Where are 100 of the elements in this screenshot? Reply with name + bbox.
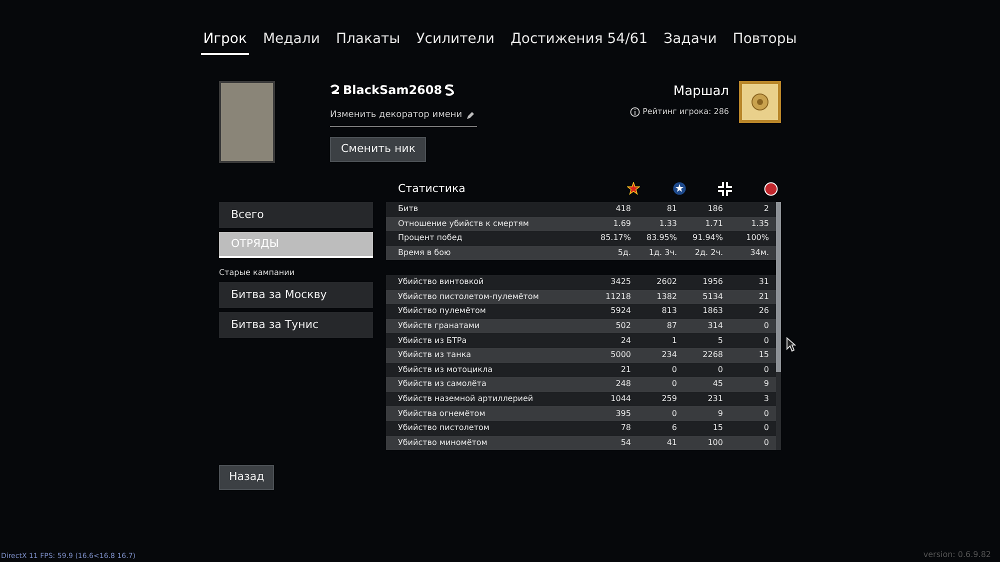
stat-label: Убийство пистолетом-пулемётом — [397, 290, 540, 303]
tab[interactable]: Повторы — [730, 29, 799, 55]
stat-label: Время в бою — [397, 247, 452, 260]
stat-value: 5134 — [702, 290, 724, 303]
stat-value: 26 — [758, 305, 770, 318]
stat-value: 5 — [716, 334, 724, 347]
stat-value: 78 — [620, 422, 632, 434]
stat-label: Убийство пулемётом — [397, 305, 487, 318]
stat-value: 0 — [762, 320, 770, 332]
sidebar-item[interactable]: Битва за Тунис — [219, 312, 373, 338]
stat-label: Убийство пистолетом — [397, 422, 490, 434]
circle-icon — [764, 182, 778, 196]
stat-value: 5д. — [616, 247, 632, 260]
section-label: Старые кампании — [219, 267, 296, 279]
stat-value: 0 — [716, 364, 724, 376]
stat-value: 83.95% — [645, 232, 678, 244]
back-button[interactable]: Назад — [219, 465, 274, 490]
scrollbar-thumb[interactable] — [776, 202, 781, 372]
stat-value: 234 — [660, 349, 678, 362]
tab[interactable]: Задачи — [662, 29, 719, 55]
info-icon[interactable] — [630, 106, 640, 116]
sidebar-item[interactable]: Всего — [219, 202, 373, 228]
stat-value: 1.71 — [704, 218, 724, 230]
stat-value: 418 — [614, 203, 632, 216]
decorator-icon — [445, 84, 454, 96]
stat-value: 34м. — [749, 247, 770, 260]
version-label: version: 0.6.9.82 — [923, 549, 991, 561]
star-in-circle-icon — [673, 182, 686, 195]
stat-value: 1 — [670, 334, 678, 347]
stat-label: Убийств из танка — [397, 349, 472, 362]
stat-value: 395 — [614, 408, 632, 420]
cross-icon — [718, 182, 732, 196]
stat-value: 11218 — [604, 290, 632, 303]
stat-value: 0 — [762, 422, 770, 434]
stat-value: 2 — [762, 203, 770, 216]
stat-label: Убийств из БТРа — [397, 334, 468, 347]
stat-value: 813 — [660, 305, 678, 318]
stat-value: 0 — [762, 364, 770, 376]
stat-label: Убийств из самолёта — [397, 378, 488, 390]
stat-label: Убийств наземной артиллерией — [397, 393, 534, 406]
tab[interactable]: Игрок — [201, 29, 249, 55]
star-icon — [627, 182, 640, 195]
tab[interactable]: Плакаты — [334, 29, 402, 55]
stat-label: Убийства огнемётом — [397, 408, 486, 420]
sidebar-item[interactable]: Битва за Москву — [219, 282, 373, 308]
stat-value: 1.33 — [658, 218, 678, 230]
stat-label: Процент побед — [397, 232, 464, 244]
stat-value: 3 — [762, 393, 770, 406]
stats-title: Статистика — [398, 180, 466, 197]
stat-value: 100 — [706, 436, 724, 449]
stat-value: 1956 — [702, 276, 724, 288]
tab[interactable]: Медали — [260, 29, 322, 55]
change-decorator-link[interactable]: Изменить декоратор имени — [330, 109, 478, 126]
stat-value: 502 — [614, 320, 632, 332]
stat-value: 231 — [706, 393, 724, 406]
stat-value: 100% — [745, 232, 770, 244]
stat-value: 0 — [670, 378, 678, 390]
stat-value: 85.17% — [599, 232, 632, 244]
stat-value: 0 — [762, 334, 770, 347]
stat-value: 0 — [670, 408, 678, 420]
tab[interactable]: Усилители — [414, 29, 496, 55]
stat-value: 54 — [620, 436, 632, 449]
stat-value: 15 — [712, 422, 724, 434]
stat-value: 1д. 3ч. — [648, 247, 678, 260]
stat-value: 5924 — [610, 305, 632, 318]
scrollbar[interactable] — [776, 202, 781, 450]
player-rating: Рейтинг игрока: 286 — [642, 106, 729, 118]
stat-value: 1044 — [610, 393, 632, 406]
stat-value: 21 — [758, 290, 770, 303]
stat-value: 91.94% — [691, 232, 724, 244]
stat-value: 87 — [666, 320, 678, 332]
stat-value: 186 — [706, 203, 724, 216]
player-nickname: BlackSam2608 — [343, 82, 442, 99]
stat-value: 3425 — [610, 276, 632, 288]
stat-value: 248 — [614, 378, 632, 390]
stat-value: 21 — [620, 364, 632, 376]
stat-value: 259 — [660, 393, 678, 406]
rank-title: Маршал — [673, 83, 729, 101]
mouse-cursor-icon — [786, 337, 796, 352]
stat-value: 15 — [758, 349, 770, 362]
stat-label: Убийство винтовкой — [397, 276, 485, 288]
stat-value: 314 — [706, 320, 724, 332]
rank-badge-icon — [739, 81, 781, 123]
stat-value: 6 — [670, 422, 678, 434]
stat-value: 1863 — [702, 305, 724, 318]
stat-label: Убийств из мотоцикла — [397, 364, 494, 376]
stat-value: 1382 — [656, 290, 678, 303]
tab[interactable]: Достижения 54/61 — [508, 29, 650, 55]
stat-value: 24 — [620, 334, 632, 347]
stat-value: 41 — [666, 436, 678, 449]
pencil-icon — [466, 111, 476, 120]
stat-value: 1.35 — [750, 218, 770, 230]
stat-value: 0 — [670, 364, 678, 376]
stat-label: Убийство миномётом — [397, 436, 488, 449]
stat-label: Битв — [397, 203, 420, 216]
stat-label: Убийств гранатами — [397, 320, 481, 332]
stat-value: 2268 — [702, 349, 724, 362]
stat-value: 2д. 2ч. — [694, 247, 724, 260]
stat-value: 9 — [762, 378, 770, 390]
change-nick-button[interactable]: Сменить ник — [330, 136, 426, 162]
